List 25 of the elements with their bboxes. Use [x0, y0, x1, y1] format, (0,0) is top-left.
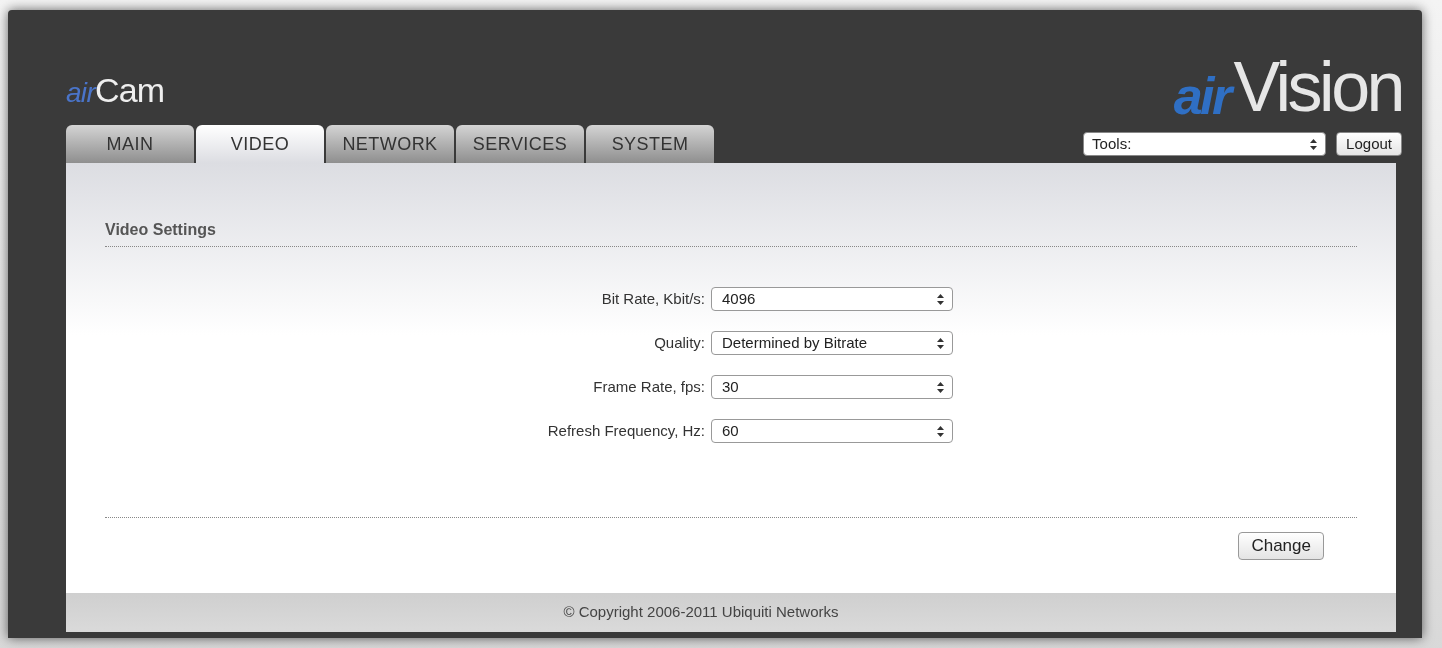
select-dropdown[interactable]: 4096 [711, 287, 953, 311]
select-dropdown[interactable]: Determined by Bitrate [711, 331, 953, 355]
tab[interactable]: MAIN [66, 125, 194, 163]
section-title: Video Settings [105, 218, 1357, 247]
tab[interactable]: NETWORK [326, 125, 454, 163]
logout-button[interactable]: Logout [1336, 132, 1402, 156]
select-dropdown[interactable]: 60 [711, 419, 953, 443]
updown-arrows-icon [937, 381, 944, 393]
change-button[interactable]: Change [1238, 532, 1324, 560]
tab[interactable]: SYSTEM [586, 125, 714, 163]
copyright-text: © Copyright 2006-2011 Ubiquiti Networks [563, 602, 839, 623]
tools-dropdown[interactable]: Tools: [1083, 132, 1327, 156]
updown-arrows-icon [937, 337, 944, 349]
select-dropdown[interactable]: 30 [711, 375, 953, 399]
tab[interactable]: VIDEO [196, 125, 324, 163]
updown-arrows-icon [937, 293, 944, 305]
updown-arrows-icon [1310, 138, 1318, 150]
field-label: Bit Rate, Kbit/s: [600, 288, 705, 309]
airvision-logo: airVision [1173, 52, 1402, 122]
updown-arrows-icon [937, 425, 944, 437]
field-label: Quality: [653, 332, 705, 353]
aircam-logo: airCam [66, 73, 166, 107]
field-label: Frame Rate, fps: [592, 376, 705, 397]
field-label: Refresh Frequency, Hz: [546, 420, 705, 441]
tab[interactable]: SERVICES [456, 125, 584, 163]
